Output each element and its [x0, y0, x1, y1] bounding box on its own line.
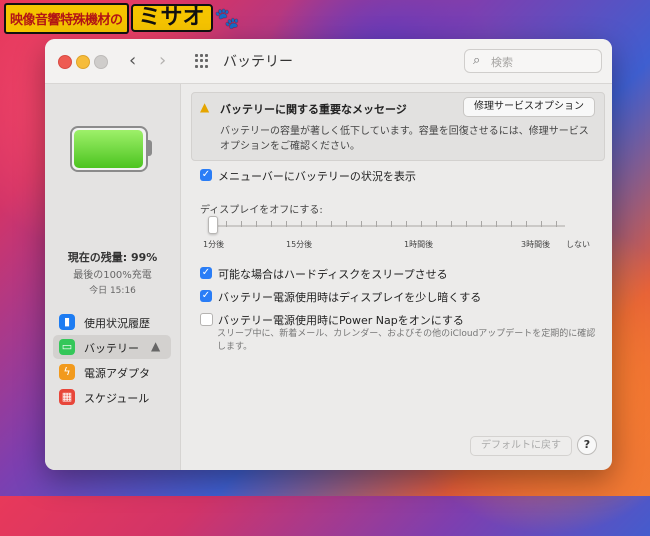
slider-tick: [481, 221, 482, 227]
paw-icon: 🐾: [214, 6, 240, 30]
slider-tick: [361, 221, 362, 227]
logo-text: 映像音響特殊機材の: [4, 2, 129, 34]
slider-tick: [496, 221, 497, 227]
search-icon: ⌕: [473, 53, 481, 68]
bolt-icon: ϟ: [59, 364, 75, 380]
titlebar: ‹ › バッテリー ⌕ 検索: [45, 39, 612, 84]
slider-tick: [466, 221, 467, 227]
notice-body: バッテリーの容量が著しく低下しています。容量を回復させるには、修理サービスオプシ…: [220, 126, 589, 152]
restore-defaults-button[interactable]: デフォルトに戻す: [470, 436, 572, 456]
menubar-status-label: メニューバーにバッテリーの状況を表示: [218, 170, 416, 183]
power-nap-checkbox[interactable]: [200, 313, 213, 326]
tick-label: しない: [566, 240, 590, 249]
slider-tick: [301, 221, 302, 227]
bar-chart-icon: ▮: [59, 314, 75, 330]
display-off-label: ディスプレイをオフにする:: [200, 205, 323, 216]
slider-tick: [451, 221, 452, 227]
forward-button[interactable]: ›: [159, 51, 166, 71]
power-nap-label: バッテリー電源使用時にPower Napをオンにする: [218, 314, 464, 327]
slider-tick: [541, 221, 542, 227]
sidebar-item-label: バッテリー: [84, 342, 139, 355]
slider-tick: [271, 221, 272, 227]
battery-fill: [74, 130, 144, 168]
search-placeholder: 検索: [491, 56, 513, 69]
slider-tick: [376, 221, 377, 227]
slider-tick: [241, 221, 242, 227]
slider-tick: [406, 221, 407, 227]
minimize-button[interactable]: [76, 55, 90, 69]
logo: 映像音響特殊機材の ミサオ 🐾: [4, 2, 240, 34]
sidebar-item-label: 使用状況履歴: [84, 317, 150, 330]
slider-tick: [436, 221, 437, 227]
close-button[interactable]: [58, 55, 72, 69]
sidebar-item-schedule[interactable]: ▦ スケジュール: [53, 385, 171, 409]
calendar-icon: ▦: [59, 389, 75, 405]
warning-icon: ▲: [151, 339, 161, 353]
notice-title: バッテリーに関する重要なメッセージ: [220, 103, 407, 116]
last-charge-time: 今日 15:16: [89, 286, 136, 296]
slider-tick: [421, 221, 422, 227]
sidebar-item-usage-history[interactable]: ▮ 使用状況履歴: [53, 310, 171, 334]
sleep-disk-label: 可能な場合はハードディスクをスリープさせる: [218, 268, 448, 281]
sidebar: 現在の残量: 99% 最後の100%充電 今日 15:16 ▮ 使用状況履歴 ▭…: [45, 84, 181, 470]
menubar-status-checkbox[interactable]: ✓: [200, 169, 212, 181]
slider-tick: [526, 221, 527, 227]
zoom-button[interactable]: [94, 55, 108, 69]
slider-tick: [316, 221, 317, 227]
tick-label: 1分後: [203, 240, 225, 249]
battery-warning-notice: ▲ バッテリーに関する重要なメッセージ 修理サービスオプション バッテリーの容量…: [191, 92, 605, 161]
preferences-window: ‹ › バッテリー ⌕ 検索 現在の残量: 99% 最後の100%充電 今日 1…: [45, 39, 612, 470]
last-charge-label: 最後の100%充電: [73, 270, 152, 281]
sidebar-item-label: スケジュール: [84, 392, 150, 405]
sleep-disk-checkbox[interactable]: ✓: [200, 267, 212, 279]
search-field[interactable]: ⌕ 検索: [464, 49, 602, 73]
power-nap-help: スリープ中に、新着メール、カレンダー、およびその他のiCloudアップデートを定…: [217, 329, 596, 352]
slider-tick: [226, 221, 227, 227]
battery-status: 現在の残量: 99%: [67, 251, 158, 264]
slider-tick: [286, 221, 287, 227]
battery-level-icon: [70, 126, 152, 172]
tick-label: 3時間後: [521, 240, 551, 249]
logo-brand: ミサオ: [130, 4, 213, 32]
window-title: バッテリー: [223, 54, 293, 70]
show-all-grid-icon[interactable]: [195, 54, 209, 68]
slider-tick: [331, 221, 332, 227]
back-button[interactable]: ‹: [129, 51, 136, 71]
tick-label: 15分後: [286, 240, 313, 249]
help-button[interactable]: ?: [577, 435, 597, 455]
sidebar-item-power-adapter[interactable]: ϟ 電源アダプタ: [53, 360, 171, 384]
service-options-button[interactable]: 修理サービスオプション: [463, 97, 595, 117]
slider-tick: [556, 221, 557, 227]
tick-label: 1時間後: [404, 240, 434, 249]
sidebar-item-label: 電源アダプタ: [84, 367, 150, 380]
slider-tick: [256, 221, 257, 227]
dim-display-checkbox[interactable]: ✓: [200, 290, 212, 302]
slider-tick: [391, 221, 392, 227]
dim-display-label: バッテリー電源使用時はディスプレイを少し暗くする: [218, 291, 482, 304]
sidebar-item-battery[interactable]: ▭ バッテリー ▲: [53, 335, 171, 359]
slider-knob[interactable]: [208, 216, 218, 234]
warning-icon: ▲: [200, 100, 210, 114]
battery-icon: ▭: [59, 339, 75, 355]
slider-tick: [511, 221, 512, 227]
slider-tick: [346, 221, 347, 227]
